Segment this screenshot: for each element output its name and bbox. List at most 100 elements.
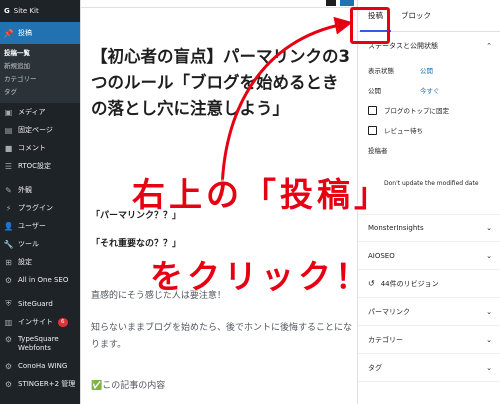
publish-row: 公開 今すぐ xyxy=(358,80,500,100)
heading-important[interactable]: 「それ重要なの？？」 xyxy=(91,236,181,249)
submenu-tags[interactable]: タグ xyxy=(0,86,80,99)
sidebar-item-label: All in One SEO xyxy=(18,276,69,284)
plugin-icon: ⚡ xyxy=(5,203,12,213)
chevron-down-icon: ⌄ xyxy=(486,251,492,260)
post-title[interactable]: 【初心者の盲点】パーマリンクの3つのルール「ブログを始めるときの落とし穴に注意し… xyxy=(91,44,353,122)
sidebar-item-label: ツール xyxy=(18,240,39,248)
revisions-row[interactable]: ↺ 44件のリビジョン xyxy=(358,270,500,298)
revisions-label: 44件のリビジョン xyxy=(380,279,439,288)
section-title: MonsterInsights xyxy=(368,224,424,232)
sidebar-item-label: コメント xyxy=(18,144,46,152)
sidebar-item-stinger[interactable]: ⚙ STINGER+2 管理 xyxy=(0,375,80,393)
posts-submenu: 投稿一覧 新規追加 カテゴリー タグ xyxy=(0,44,80,103)
section-title: タグ xyxy=(368,363,382,372)
sidebar-item-label: インサイト xyxy=(18,318,53,326)
sidebar-item-label: プラグイン xyxy=(18,204,53,212)
update-button[interactable] xyxy=(340,0,354,6)
sidebar-item-plugins[interactable]: ⚡ プラグイン xyxy=(0,199,80,217)
chevron-down-icon: ⌄ xyxy=(486,307,492,316)
highlight-box xyxy=(350,7,390,44)
sticky-label: ブログのトップに固定 xyxy=(384,107,449,115)
shield-icon: ⛨ xyxy=(5,299,12,308)
site-title-label: Site Kit xyxy=(13,7,39,15)
brush-icon: ✎ xyxy=(5,185,12,195)
gear-icon: ⚙ xyxy=(4,379,13,389)
user-icon: 👤 xyxy=(3,221,14,231)
visibility-value[interactable]: 公開 xyxy=(420,65,433,75)
sidebar-item-aioseo[interactable]: ⚙ All in One SEO xyxy=(0,271,80,289)
category-section[interactable]: カテゴリー ⌄ xyxy=(358,326,500,354)
sidebar-item-label: RTOC設定 xyxy=(18,162,52,170)
sidebar-item-tools[interactable]: 🔧 ツール xyxy=(0,235,80,253)
publish-value[interactable]: 今すぐ xyxy=(420,85,440,95)
author-label: 投稿者 xyxy=(368,147,388,155)
review-checkbox-row[interactable]: レビュー待ち xyxy=(358,120,500,140)
sticky-checkbox-row[interactable]: ブログのトップに固定 xyxy=(358,100,500,120)
publish-label: 公開 xyxy=(368,87,381,95)
wrench-icon: 🔧 xyxy=(3,239,14,249)
gear-icon: ⚙ xyxy=(4,361,13,371)
submenu-categories[interactable]: カテゴリー xyxy=(0,73,80,86)
chart-icon: ▥ xyxy=(4,317,13,327)
sidebar-item-comments[interactable]: ■ コメント xyxy=(0,139,80,157)
list-icon: ☰ xyxy=(4,161,13,171)
monsterinsights-section[interactable]: MonsterInsights ⌄ xyxy=(358,214,500,242)
review-checkbox[interactable] xyxy=(368,125,377,135)
sidebar-item-appearance[interactable]: ✎ 外観 xyxy=(0,181,80,199)
sidebar-item-pages[interactable]: ▤ 固定ページ xyxy=(0,121,80,139)
google-icon: G xyxy=(4,7,10,15)
toolbar-dark-button[interactable] xyxy=(326,0,336,6)
sidebar-item-label: メディア xyxy=(18,108,46,116)
section-title: カテゴリー xyxy=(368,335,403,344)
paragraph-contents[interactable]: ✅この記事の内容 xyxy=(91,378,165,391)
settings-icon: ⊞ xyxy=(5,257,12,267)
sidebar-item-siteguard[interactable]: ⛨ SiteGuard xyxy=(0,295,80,313)
sidebar-item-label: TypeSquare Webfonts xyxy=(18,335,59,352)
sidebar-item-media[interactable]: ▣ メディア xyxy=(0,103,80,121)
submenu-all-posts[interactable]: 投稿一覧 xyxy=(0,47,80,60)
aioseo-section[interactable]: AIOSEO ⌄ xyxy=(358,242,500,270)
notification-badge: 6 xyxy=(58,317,68,327)
sidebar-item-posts[interactable]: 📌 投稿 xyxy=(0,22,80,44)
comment-icon: ■ xyxy=(4,143,13,153)
sidebar-item-label: STINGER+2 管理 xyxy=(18,380,76,388)
modified-date-label: Don't update the modified date xyxy=(384,179,479,187)
section-title: AIOSEO xyxy=(368,251,395,260)
annotation-line2: をクリック！ xyxy=(150,257,372,296)
chevron-up-icon: ⌃ xyxy=(486,42,492,50)
annotation-line1: 右上の「投稿」 xyxy=(132,175,391,214)
author-row: 投稿者 xyxy=(358,140,500,160)
submenu-add-new[interactable]: 新規追加 xyxy=(0,60,80,73)
sidebar-item-users[interactable]: 👤 ユーザー xyxy=(0,217,80,235)
chevron-down-icon: ⌄ xyxy=(486,363,492,372)
aioseo-icon: ⚙ xyxy=(4,275,13,285)
sidebar-item-label: SiteGuard xyxy=(18,300,53,308)
review-label: レビュー待ち xyxy=(384,127,423,135)
sidebar-item-typesquare[interactable]: ⚙ TypeSquare Webfonts xyxy=(0,331,80,357)
permalink-section[interactable]: パーマリンク ⌄ xyxy=(358,298,500,326)
sidebar-site-title[interactable]: G Site Kit xyxy=(0,0,80,22)
editor-toolbar xyxy=(81,0,358,8)
chevron-down-icon: ⌄ xyxy=(486,335,492,344)
section-title: パーマリンク xyxy=(368,307,410,316)
sticky-checkbox[interactable] xyxy=(368,105,377,115)
visibility-row: 表示状態 公開 xyxy=(358,60,500,80)
admin-sidebar: G Site Kit 📌 投稿 投稿一覧 新規追加 カテゴリー タグ ▣ メディ… xyxy=(0,0,80,404)
sidebar-item-insight[interactable]: ▥ インサイト 6 xyxy=(0,313,80,331)
sidebar-item-label: 設定 xyxy=(18,258,32,266)
gear-icon: ⚙ xyxy=(4,335,13,344)
sidebar-item-label: 固定ページ xyxy=(18,126,53,134)
sidebar-item-conoha[interactable]: ⚙ ConoHa WING xyxy=(0,357,80,375)
sidebar-item-label: ConoHa WING xyxy=(18,362,68,370)
sidebar-item-label: 外観 xyxy=(18,186,32,194)
visibility-label: 表示状態 xyxy=(368,67,394,75)
tag-section[interactable]: タグ ⌄ xyxy=(358,354,500,382)
sidebar-item-rtoc[interactable]: ☰ RTOC設定 xyxy=(0,157,80,175)
sidebar-item-label: 投稿 xyxy=(18,29,32,37)
sidebar-item-label: ユーザー xyxy=(18,222,46,230)
sidebar-item-settings[interactable]: ⊞ 設定 xyxy=(0,253,80,271)
media-icon: ▣ xyxy=(4,107,13,117)
paragraph-regret[interactable]: 知らないままブログを始めたら、後でホントに後悔することになります。 xyxy=(91,320,353,354)
page-icon: ▤ xyxy=(4,125,13,135)
tab-block[interactable]: ブロック xyxy=(399,10,433,21)
